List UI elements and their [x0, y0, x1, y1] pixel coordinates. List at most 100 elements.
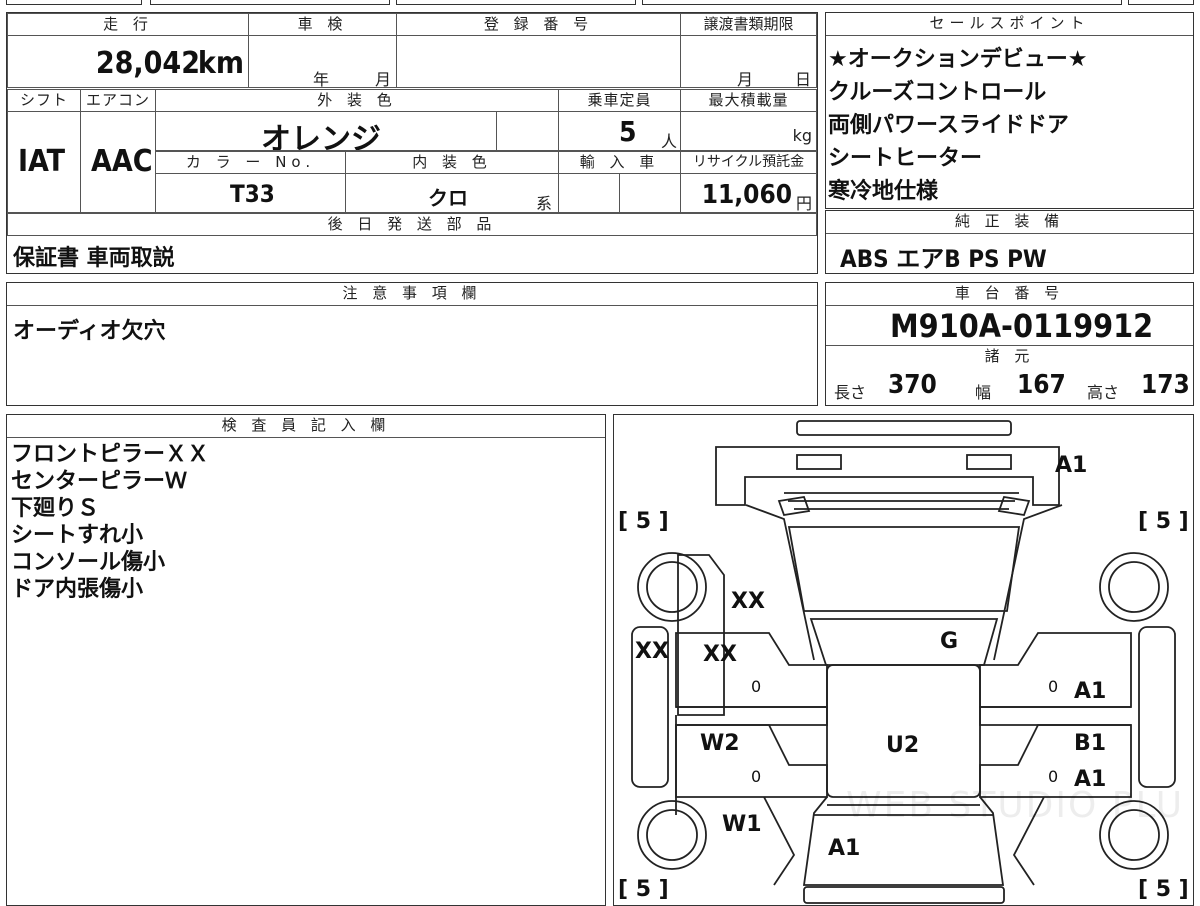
spec-width-cell: 幅 167	[965, 367, 1080, 405]
import-cell-b	[619, 173, 681, 213]
chassis-box: 車 台 番 号 M910A-0119912 諸 元 長さ 370 幅 167 高…	[825, 282, 1194, 406]
damage-mark-left-front-door: XX	[703, 642, 737, 667]
inspector-note: センターピラーＷ	[11, 469, 188, 494]
spec-height-cell: 高さ 173	[1079, 367, 1193, 405]
caution-box: 注 意 事 項 欄 オーディオ欠穴	[6, 282, 818, 406]
zero-mark-left-front: 0	[751, 677, 762, 696]
max-load-cell: kg	[680, 111, 817, 151]
exterior-color-extra-cell	[496, 111, 559, 151]
sales-point-item: ★オークションデビュー★	[828, 47, 1088, 72]
zero-mark-left-rear: 0	[751, 767, 762, 786]
spec-height-label: 高さ	[1087, 383, 1120, 402]
chassis-header: 車 台 番 号	[826, 283, 1193, 306]
genuine-equipment-value: ABS エアB PS PW	[840, 245, 1047, 273]
interior-color-value: クロ	[428, 186, 468, 210]
damage-mark-left-rear-door: W2	[700, 731, 740, 756]
damage-mark-left-side: XX	[635, 639, 669, 664]
sales-point-item: 両側パワースライドドア	[828, 113, 1069, 138]
damage-mark-right-rear-door-top: B1	[1074, 731, 1107, 756]
transfer-deadline-cell: 月 日	[680, 35, 817, 88]
recycle-value: 11,060	[701, 180, 792, 210]
damage-mark-left-rear: W1	[722, 812, 762, 837]
max-load-unit: kg	[792, 126, 812, 145]
transfer-day-label: 日	[795, 70, 812, 88]
genuine-equipment-box: 純 正 装 備 ABS エアB PS PW	[825, 210, 1194, 274]
cutoff-box	[396, 0, 636, 5]
mileage-unit: km	[197, 46, 244, 81]
capacity-cell: 5 人	[558, 111, 681, 151]
capacity-header: 乗車定員	[558, 89, 681, 112]
shift-header: シフト	[7, 89, 81, 112]
shift-cell: IAT	[7, 111, 81, 213]
spec-length-cell: 長さ 370	[826, 367, 966, 405]
genuine-equipment-header: 純 正 装 備	[826, 211, 1193, 234]
top-cutoff-strip	[0, 0, 1200, 7]
cutoff-box	[1128, 0, 1194, 5]
capacity-unit: 人	[661, 132, 678, 151]
aircon-value: AAC	[91, 144, 153, 179]
mileage-cell: 28,042 km	[7, 35, 249, 88]
caution-value: オーディオ欠穴	[13, 319, 166, 344]
recycle-unit: 円	[795, 194, 812, 213]
shaken-cell: 年 月	[248, 35, 397, 88]
transfer-deadline-header: 譲渡書類期限	[680, 13, 817, 36]
mileage-value: 28,042	[95, 46, 200, 81]
interior-color-cell: クロ 系	[345, 173, 559, 213]
exterior-color-cell: オレンジ	[155, 111, 497, 151]
recycle-cell: 11,060 円	[680, 173, 817, 213]
color-no-value: T33	[230, 180, 275, 208]
inspector-note: フロントピラーＸＸ	[11, 442, 210, 467]
chassis-value: M910A-0119912	[890, 307, 1154, 345]
caution-header: 注 意 事 項 欄	[7, 283, 817, 306]
spec-length-value: 370	[888, 370, 937, 400]
max-load-header: 最大積載量	[680, 89, 817, 112]
interior-color-header: 内 装 色	[345, 151, 559, 174]
cutoff-box	[642, 0, 1122, 5]
damage-mark-right-front-door: A1	[1074, 679, 1107, 704]
watermark-text: WEB STUDIO PLU	[846, 785, 1185, 826]
inspector-notes-box: 検 査 員 記 入 欄 フロントピラーＸＸ センターピラーＷ 下廻りＳ シートす…	[6, 414, 606, 906]
transfer-month-label: 月	[737, 70, 754, 88]
interior-color-suffix: 系	[536, 194, 553, 213]
cutoff-box	[150, 0, 390, 5]
tire-mark-rear-left: [ 5 ]	[618, 877, 669, 902]
inspector-notes-header: 検 査 員 記 入 欄	[7, 415, 605, 438]
inspector-note: コンソール傷小	[11, 550, 166, 575]
shaken-month-label: 月	[375, 70, 392, 88]
damage-mark-front-bumper: A1	[1055, 453, 1088, 478]
spec-height-value: 173	[1141, 370, 1190, 400]
later-parts-header: 後 日 発 送 部 品	[7, 213, 817, 236]
inspector-note: 下廻りＳ	[11, 496, 100, 521]
later-parts-value: 保証書 車両取説	[13, 246, 175, 271]
import-header: 輸 入 車	[558, 151, 681, 174]
damage-mark-rear: A1	[828, 836, 861, 861]
mileage-header: 走 行	[7, 13, 249, 36]
capacity-value: 5	[619, 115, 637, 148]
import-cell-a	[558, 173, 620, 213]
shift-value: IAT	[18, 144, 66, 179]
vehicle-info-table: 走 行 車 検 登 録 番 号 譲渡書類期限 28,042 km 年 月 月 日…	[6, 12, 818, 274]
inspector-note: シートすれ小	[11, 523, 144, 548]
damage-mark-roof: G	[940, 629, 959, 654]
color-no-header: カ ラ ー No.	[155, 151, 346, 174]
car-outline-diagram	[631, 420, 1176, 904]
recycle-header: リサイクル預託金	[680, 151, 817, 174]
tire-mark-front-right: [ 5 ]	[1138, 509, 1189, 534]
tire-mark-front-left: [ 5 ]	[618, 509, 669, 534]
inspector-notes-list: フロントピラーＸＸ センターピラーＷ 下廻りＳ シートすれ小 コンソール傷小 ド…	[11, 441, 209, 603]
color-no-cell: T33	[155, 173, 346, 213]
exterior-color-header: 外 装 色	[155, 89, 559, 112]
later-parts-cell: 保証書 車両取説	[7, 235, 817, 273]
damage-mark-floor: U2	[886, 733, 920, 758]
inspector-note: ドア内張傷小	[11, 577, 144, 602]
spec-width-label: 幅	[975, 383, 992, 402]
tire-mark-rear-right: [ 5 ]	[1138, 877, 1189, 902]
sales-point-item: クルーズコントロール	[828, 80, 1047, 105]
sales-points-list: ★オークションデビュー★ クルーズコントロール 両側パワースライドドア シートヒ…	[828, 43, 1087, 208]
spec-length-label: 長さ	[834, 383, 867, 402]
cutoff-box	[6, 0, 142, 5]
spec-width-value: 167	[1017, 370, 1066, 400]
shaken-year-label: 年	[313, 70, 330, 88]
registration-cell	[396, 35, 681, 88]
sales-points-box: セールスポイント ★オークションデビュー★ クルーズコントロール 両側パワースラ…	[825, 12, 1194, 209]
